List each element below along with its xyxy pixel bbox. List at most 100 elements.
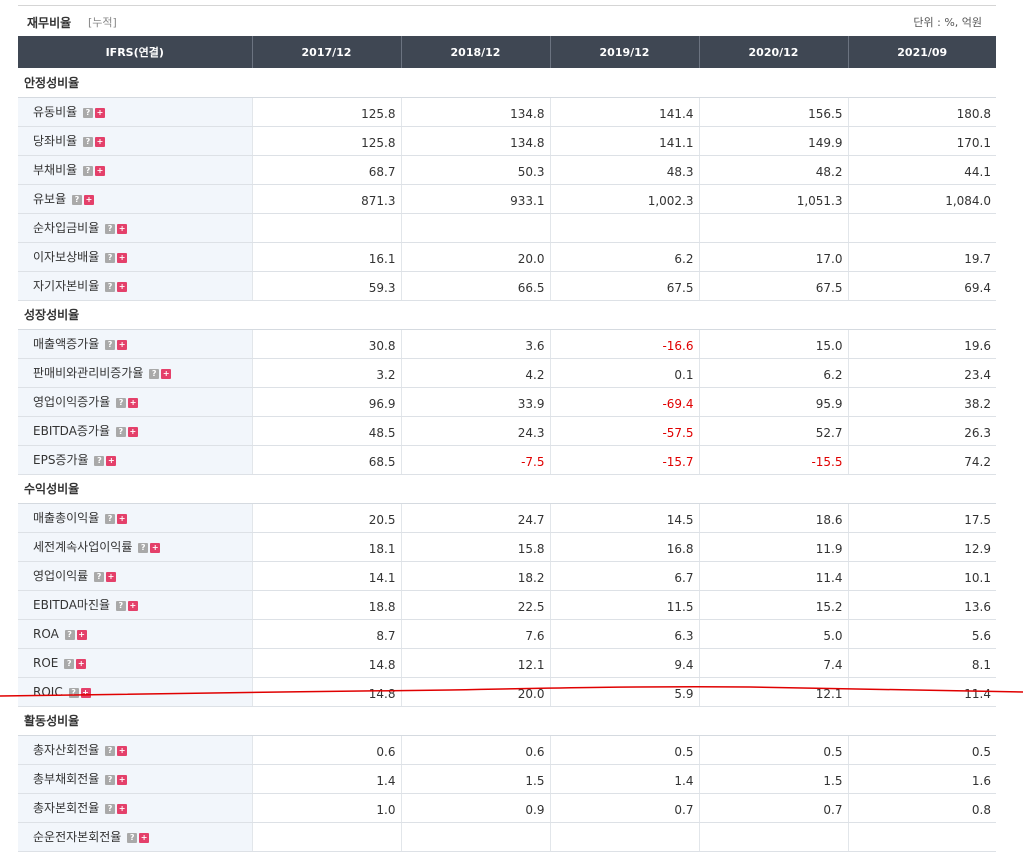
help-icon[interactable]: ? [94,572,105,582]
table-row: ROE ? +14.8 12.1 9.4 7.4 8.1 [18,648,996,678]
row-label-cell: 판매비와관리비증가율 ? + [18,358,252,388]
expand-icon[interactable]: + [83,195,94,205]
help-icon[interactable]: ? [116,398,127,408]
help-icon[interactable]: ? [105,253,116,263]
table-row: ROIC ? +14.8 20.0 5.9 12.1 11.4 [18,677,996,707]
row-label-cell: 총자산회전율 ? + [18,735,252,765]
help-icon[interactable]: ? [83,108,93,118]
expand-icon[interactable]: + [127,601,138,611]
value-cell: 15.8 [400,532,550,562]
value-cell: 68.5 [251,445,401,475]
value-cell: 0.5 [698,735,848,765]
row-label: 순차입금비율 [33,221,100,235]
value-cell: 19.6 [847,329,996,359]
row-label: 순운전자본회전율 [33,830,122,844]
help-icon[interactable]: ? [105,775,116,785]
help-icon[interactable]: ? [71,195,82,205]
help-icon[interactable]: ? [105,282,116,292]
expand-icon[interactable]: + [127,427,138,437]
help-icon[interactable]: ? [127,833,138,843]
expand-icon[interactable]: + [95,137,105,147]
value-cell: 3.2 [251,358,401,388]
value-cell: 50.3 [400,155,550,185]
help-icon[interactable]: ? [105,804,116,814]
value-cell: 16.8 [549,532,699,562]
value-cell: 38.2 [847,387,996,417]
row-label-cell: 영업이익률 ? + [18,561,252,591]
expand-icon[interactable]: + [117,340,128,350]
expand-icon[interactable]: + [106,572,117,582]
help-icon[interactable]: ? [105,746,116,756]
row-label: ROIC [33,684,63,699]
help-icon[interactable]: ? [115,601,126,611]
expand-icon[interactable]: + [117,282,128,292]
value-cell: 5.0 [698,619,848,649]
table-row: 유동비율 ? +125.8 134.8 141.4 156.5 180.8 [18,97,996,127]
value-cell: 12.1 [400,648,550,678]
value-cell: 48.3 [549,155,699,185]
help-icon[interactable]: ? [64,629,75,640]
row-label-cell: 자기자본비율 ? + [18,271,252,301]
expand-icon[interactable]: + [106,456,117,466]
help-icon[interactable]: ? [149,369,160,379]
help-icon[interactable]: ? [105,514,116,524]
help-icon[interactable]: ? [138,543,149,553]
column-header: 2018/12 [400,36,550,68]
expand-icon[interactable]: + [117,253,128,263]
value-cell: 66.5 [400,271,550,301]
value-cell: 1.4 [549,764,699,794]
value-cell: -15.7 [549,445,699,475]
table-header-row: IFRS(연결) 2017/12 2018/12 2019/12 2020/12… [18,36,996,68]
value-cell: 14.8 [251,677,401,707]
expand-icon[interactable]: + [150,543,161,553]
expand-icon[interactable]: + [117,775,128,785]
expand-icon[interactable]: + [161,369,172,379]
help-icon[interactable]: ? [64,658,75,669]
value-cell: 933.1 [400,184,550,214]
value-cell [251,213,401,243]
value-cell: 149.9 [698,126,848,156]
row-label-cell: 순운전자본회전율 ? + [18,822,252,852]
value-cell: 4.2 [400,358,550,388]
expand-icon[interactable]: + [139,833,150,843]
value-cell: 0.5 [847,735,996,765]
value-cell: 20.0 [400,677,550,707]
expand-icon[interactable]: + [117,804,128,814]
help-icon[interactable]: ? [68,687,79,698]
expand-icon[interactable]: + [76,658,87,669]
expand-icon[interactable]: + [128,398,139,408]
unit-label: 단위 : %, 억원 [913,16,982,29]
value-cell: 9.4 [549,648,699,678]
expand-icon[interactable]: + [80,687,91,698]
expand-icon[interactable]: + [95,166,105,176]
table-row: 부채비율 ? +68.7 50.3 48.3 48.2 44.1 [18,155,996,185]
value-cell: 17.5 [847,503,996,533]
row-label: 유동비율 [33,105,78,119]
row-label: 총자산회전율 [33,743,100,757]
value-cell: 14.1 [251,561,401,591]
section-header-row: 수익성비율 [18,474,996,504]
value-cell: 134.8 [400,97,550,127]
help-icon[interactable]: ? [83,137,93,147]
value-cell: 0.5 [549,735,699,765]
help-icon[interactable]: ? [105,224,116,234]
row-label: 매출액증가율 [33,337,100,351]
help-icon[interactable]: ? [115,427,126,437]
help-icon[interactable]: ? [83,166,93,176]
expand-icon[interactable]: + [117,746,128,756]
help-icon[interactable]: ? [105,340,116,350]
expand-icon[interactable]: + [95,108,105,118]
expand-icon[interactable]: + [117,514,128,524]
section-header-row: 활동성비율 [18,706,996,736]
expand-icon[interactable]: + [117,224,128,234]
value-cell: 7.4 [698,648,848,678]
value-cell: 141.4 [549,97,699,127]
expand-icon[interactable]: + [76,629,87,640]
value-cell: 5.6 [847,619,996,649]
value-cell: 18.2 [400,561,550,591]
value-cell: 11.4 [698,561,848,591]
value-cell: 6.2 [698,358,848,388]
value-cell [251,822,401,852]
row-label-cell: EPS증가율 ? + [18,445,252,475]
help-icon[interactable]: ? [94,456,105,466]
